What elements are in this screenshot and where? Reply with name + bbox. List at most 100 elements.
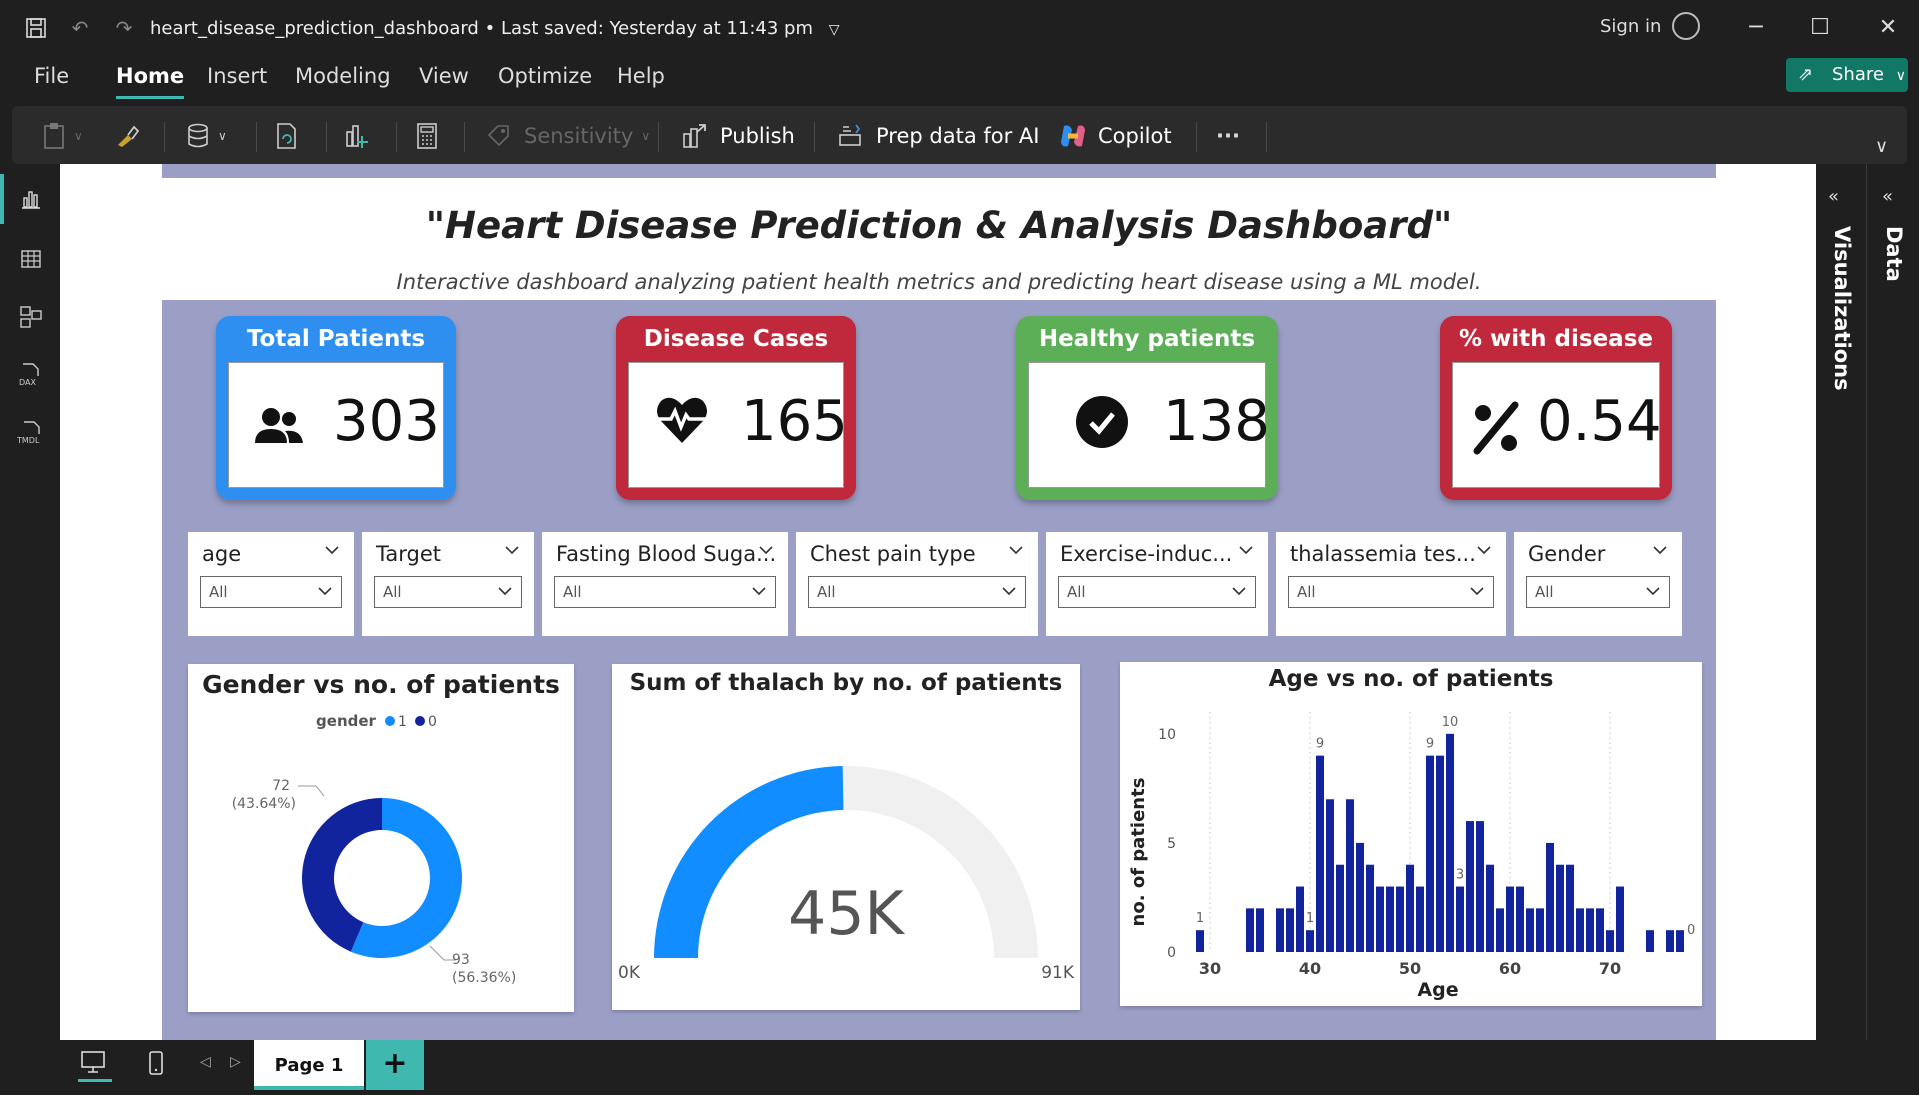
histogram-bar[interactable]: [1496, 908, 1504, 952]
histogram-bar[interactable]: [1536, 908, 1544, 952]
paste-button[interactable]: ∨: [40, 120, 83, 152]
histogram-bar[interactable]: [1666, 930, 1674, 952]
slicer-dropdown[interactable]: All: [374, 576, 522, 608]
menu-file[interactable]: File: [34, 64, 69, 96]
histogram-bar[interactable]: [1566, 864, 1574, 952]
slicer-target[interactable]: Target All: [362, 532, 534, 636]
histogram-bar[interactable]: [1466, 821, 1474, 952]
histogram-bar[interactable]: [1366, 864, 1374, 952]
histogram-bar[interactable]: [1516, 886, 1524, 952]
histogram-bar[interactable]: [1316, 755, 1324, 952]
histogram-bar[interactable]: [1446, 733, 1454, 952]
chevron-down-icon[interactable]: [324, 542, 340, 558]
redo-icon[interactable]: ↷: [110, 14, 138, 42]
histogram-bar[interactable]: [1246, 908, 1254, 952]
histogram-bar[interactable]: [1616, 886, 1624, 952]
menu-view[interactable]: View: [419, 64, 469, 96]
chevron-down-icon[interactable]: ▽: [829, 22, 840, 38]
publish-button[interactable]: Publish: [680, 120, 795, 152]
histogram-bar[interactable]: [1276, 908, 1284, 952]
chevron-down-icon[interactable]: [1476, 542, 1492, 558]
slicer-dropdown[interactable]: All: [808, 576, 1026, 608]
chevron-down-icon[interactable]: [504, 542, 520, 558]
slicer-gender[interactable]: Gender All: [1514, 532, 1682, 636]
histogram-bar[interactable]: [1296, 886, 1304, 952]
kpi-percent-disease[interactable]: % with disease 0.54: [1440, 316, 1672, 500]
menu-optimize[interactable]: Optimize: [498, 64, 592, 96]
histogram-bar[interactable]: [1606, 930, 1614, 952]
slicer-dropdown[interactable]: All: [1288, 576, 1494, 608]
histogram-bar[interactable]: [1576, 908, 1584, 952]
table-view-icon[interactable]: [16, 244, 46, 274]
document-title[interactable]: heart_disease_prediction_dashboard • Las…: [150, 18, 840, 39]
histogram-bar[interactable]: [1416, 886, 1424, 952]
sensitivity-button[interactable]: Sensitivity ∨: [484, 120, 650, 152]
close-icon[interactable]: ✕: [1874, 14, 1902, 42]
maximize-icon[interactable]: ☐: [1806, 14, 1834, 42]
histogram-bar[interactable]: [1346, 799, 1354, 952]
more-options-button[interactable]: ···: [1216, 120, 1240, 152]
kpi-disease-cases[interactable]: Disease Cases 165: [616, 316, 856, 500]
histogram-bar[interactable]: [1396, 886, 1404, 952]
expand-data-icon[interactable]: «: [1882, 186, 1893, 207]
histogram-bar[interactable]: [1646, 930, 1654, 952]
model-view-icon[interactable]: [16, 302, 46, 332]
histogram-bar[interactable]: [1586, 908, 1594, 952]
chevron-down-icon[interactable]: [1008, 542, 1024, 558]
histogram-bar[interactable]: [1506, 886, 1514, 952]
chevron-down-icon[interactable]: [1652, 542, 1668, 558]
share-button[interactable]: ⇗ Share ∨: [1786, 58, 1908, 92]
donut-chart-visual[interactable]: Gender vs no. of patients gender 1 0 72 …: [188, 664, 574, 1012]
gauge-chart-visual[interactable]: Sum of thalach by no. of patients 45K 0K…: [612, 664, 1080, 1010]
slicer-dropdown[interactable]: All: [1526, 576, 1670, 608]
histogram-bar[interactable]: [1426, 755, 1434, 952]
histogram-bar[interactable]: [1386, 886, 1394, 952]
chevron-down-icon[interactable]: ∨: [1875, 136, 1888, 157]
menu-home[interactable]: Home: [116, 64, 185, 99]
slicer-chest-pain-type[interactable]: Chest pain type All: [796, 532, 1038, 636]
chevron-down-icon[interactable]: [758, 542, 774, 558]
dax-query-view-icon[interactable]: DAX: [16, 360, 46, 390]
histogram-bar[interactable]: [1486, 864, 1494, 952]
tmdl-view-icon[interactable]: TMDL: [16, 418, 46, 448]
histogram-bar[interactable]: [1476, 821, 1484, 952]
histogram-bar[interactable]: [1336, 864, 1344, 952]
menu-insert[interactable]: Insert: [207, 64, 267, 96]
slicer-dropdown[interactable]: All: [1058, 576, 1256, 608]
slicer-fasting-blood-sugar[interactable]: Fasting Blood Suga... All: [542, 532, 788, 636]
visualizations-pane-tab[interactable]: Visualizations: [1830, 226, 1854, 391]
slicer-exercise-induced[interactable]: Exercise-induc... All: [1046, 532, 1268, 636]
histogram-bar[interactable]: [1406, 864, 1414, 952]
avatar-icon[interactable]: [1672, 12, 1700, 40]
desktop-layout-icon[interactable]: [78, 1048, 112, 1082]
new-measure-button[interactable]: [412, 120, 452, 152]
data-pane-tab[interactable]: Data: [1882, 226, 1906, 282]
get-data-button[interactable]: ∨: [184, 120, 227, 152]
slicer-dropdown[interactable]: All: [200, 576, 342, 608]
format-painter-button[interactable]: [112, 120, 152, 152]
histogram-bar[interactable]: [1376, 886, 1384, 952]
refresh-button[interactable]: [272, 120, 312, 152]
menu-help[interactable]: Help: [617, 64, 665, 96]
minimize-icon[interactable]: ─: [1742, 14, 1770, 42]
next-page-icon[interactable]: ▷: [230, 1054, 241, 1070]
new-visual-button[interactable]: [342, 120, 382, 152]
slicer-age[interactable]: age All: [188, 532, 354, 636]
histogram-bar[interactable]: [1676, 930, 1684, 952]
histogram-bar[interactable]: [1556, 864, 1564, 952]
histogram-bar[interactable]: [1436, 755, 1444, 952]
histogram-bar[interactable]: [1286, 908, 1294, 952]
histogram-bar[interactable]: [1546, 842, 1554, 952]
histogram-bar[interactable]: [1356, 842, 1364, 952]
histogram-bar[interactable]: [1526, 908, 1534, 952]
histogram-bar[interactable]: [1326, 799, 1334, 952]
report-view-icon[interactable]: [16, 184, 46, 214]
histogram-visual[interactable]: Age vs no. of patients no. of patients A…: [1120, 662, 1702, 1006]
page-tab-page-1[interactable]: Page 1: [254, 1040, 364, 1090]
expand-visualizations-icon[interactable]: «: [1828, 186, 1839, 207]
slicer-dropdown[interactable]: All: [554, 576, 776, 608]
mobile-layout-icon[interactable]: [146, 1050, 166, 1082]
histogram-bar[interactable]: [1196, 930, 1204, 952]
undo-icon[interactable]: ↶: [66, 14, 94, 42]
histogram-bar[interactable]: [1456, 886, 1464, 952]
